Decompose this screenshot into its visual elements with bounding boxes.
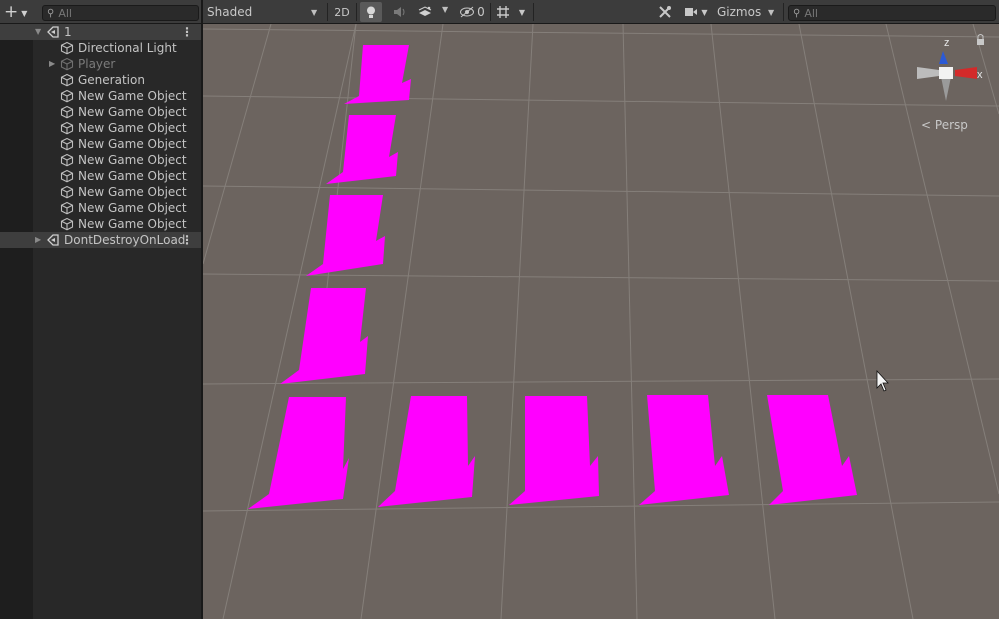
toggle-2d-label: 2D <box>334 5 350 19</box>
gizmo-center-cube[interactable] <box>939 67 953 79</box>
scene-icon <box>47 234 59 246</box>
gameobject-cube-icon <box>60 169 74 183</box>
hierarchy-item-label: New Game Object <box>78 137 187 151</box>
audio-toggle-button[interactable] <box>388 2 410 22</box>
toolbar-separator <box>490 3 491 21</box>
axis-z-label: z <box>944 37 950 49</box>
gameobject-cube-icon <box>60 121 74 135</box>
gizmos-dropdown[interactable]: Gizmos ▼ <box>715 3 781 21</box>
camera-settings-button[interactable]: ▼ <box>680 2 712 22</box>
scene-view-panel: Shaded ▼ 2D ▼ 0 ▼ ▼ Gizmos ▼ ⚲ All z x <… <box>203 0 999 619</box>
toggle-2d-button[interactable]: 2D <box>330 2 354 22</box>
hierarchy-item-label: New Game Object <box>78 185 187 199</box>
hierarchy-panel: + ▼ ⚲ All ▼ 1 ⋮ Directional Light ▶ Play… <box>0 0 201 619</box>
gameobject-cube-icon <box>60 137 74 151</box>
hierarchy-item-label: New Game Object <box>78 201 187 215</box>
hierarchy-toolbar: + ▼ ⚲ All <box>0 0 201 24</box>
scene-search-placeholder: All <box>804 6 818 20</box>
hierarchy-search-placeholder: All <box>58 6 72 20</box>
effects-toggle-button[interactable] <box>414 2 436 22</box>
search-icon: ⚲ <box>793 7 801 19</box>
chevron-down-icon: ▼ <box>768 8 775 17</box>
scene-name: DontDestroyOnLoad <box>64 233 186 247</box>
gizmos-label: Gizmos <box>717 5 762 19</box>
scene-row-dontdestroyonload[interactable]: ▶ DontDestroyOnLoad ⋮ <box>0 232 201 248</box>
grid-toggle-button[interactable] <box>492 2 514 22</box>
hierarchy-item-label: New Game Object <box>78 153 187 167</box>
grid-options-dropdown[interactable]: ▼ <box>514 2 530 22</box>
hierarchy-item[interactable]: New Game Object <box>0 168 201 184</box>
hierarchy-item[interactable]: New Game Object <box>0 184 201 200</box>
hierarchy-item[interactable]: New Game Object <box>0 152 201 168</box>
hierarchy-item-label: Generation <box>78 73 145 87</box>
toolbar-separator <box>533 3 534 21</box>
grid-icon <box>497 6 509 18</box>
scene-toolbar: Shaded ▼ 2D ▼ 0 ▼ ▼ Gizmos ▼ ⚲ All <box>203 0 999 24</box>
gameobject-cube-icon <box>60 41 74 55</box>
hierarchy-item[interactable]: New Game Object <box>0 88 201 104</box>
chevron-down-icon: ▼ <box>311 8 318 17</box>
axis-x-label: x <box>977 69 983 81</box>
gameobject-cube-icon <box>60 185 74 199</box>
expand-arrow-icon[interactable]: ▶ <box>49 59 55 68</box>
light-icon <box>367 6 375 18</box>
scene-viewport[interactable]: z x <box>203 24 999 619</box>
gameobject-cube-icon <box>60 201 74 215</box>
expand-arrow-icon[interactable]: ▶ <box>35 235 41 244</box>
visibility-icon <box>460 6 475 18</box>
add-icon: + <box>4 2 19 22</box>
scene-search-input[interactable]: ⚲ All <box>788 5 996 21</box>
draw-mode-dropdown[interactable]: Shaded ▼ <box>203 3 329 21</box>
add-button[interactable]: + ▼ <box>4 2 34 22</box>
toolbar-separator <box>783 3 784 21</box>
scene-name: 1 <box>64 25 72 39</box>
effects-icon <box>418 6 432 16</box>
gameobject-cube-icon <box>60 217 74 231</box>
tools-icon <box>659 6 671 18</box>
chevron-down-icon: ▼ <box>518 7 526 17</box>
audio-icon <box>394 7 405 17</box>
gameobject-cube-icon <box>60 105 74 119</box>
gameobject-cube-icon <box>60 73 74 87</box>
hidden-objects-button[interactable]: 0 <box>457 2 487 22</box>
chevron-down-icon: ▼ <box>21 8 28 18</box>
projection-label: Persp <box>934 118 968 132</box>
gameobject-cube-icon <box>60 153 74 167</box>
projection-toggle[interactable]: < Persp <box>921 118 968 132</box>
hierarchy-item[interactable]: New Game Object <box>0 200 201 216</box>
draw-mode-label: Shaded <box>207 5 253 19</box>
toolbar-separator <box>356 3 357 21</box>
lighting-toggle-button[interactable] <box>360 2 382 22</box>
hierarchy-item-label: New Game Object <box>78 89 187 103</box>
hierarchy-item-label: New Game Object <box>78 217 187 231</box>
hierarchy-search-input[interactable]: ⚲ All <box>42 5 199 21</box>
hierarchy-item-label: Directional Light <box>78 41 177 55</box>
expand-arrow-icon[interactable]: ▼ <box>35 27 41 36</box>
hierarchy-item[interactable]: Generation <box>0 72 201 88</box>
scene-icon <box>47 26 59 38</box>
hierarchy-item-label: New Game Object <box>78 105 187 119</box>
hierarchy-item[interactable]: New Game Object <box>0 216 201 232</box>
hierarchy-item[interactable]: ▶ Player <box>0 56 201 72</box>
perspective-icon: < <box>921 118 932 132</box>
search-icon: ⚲ <box>47 7 55 19</box>
chevron-down-icon[interactable]: ▼ <box>442 5 448 14</box>
gameobject-cube-icon <box>60 89 74 103</box>
hierarchy-item[interactable]: New Game Object <box>0 120 201 136</box>
chevron-down-icon: ▼ <box>701 7 708 17</box>
hierarchy-item-label: New Game Object <box>78 169 187 183</box>
gameobject-cube-icon <box>60 57 74 71</box>
hierarchy-item[interactable]: Directional Light <box>0 40 201 56</box>
toolbar-separator <box>327 3 328 21</box>
hierarchy-item-label: Player <box>78 57 116 71</box>
scene-menu-icon[interactable]: ⋮ <box>181 25 193 39</box>
tools-button[interactable] <box>654 2 676 22</box>
camera-icon <box>685 8 698 16</box>
hidden-count: 0 <box>477 5 485 19</box>
hierarchy-item[interactable]: New Game Object <box>0 104 201 120</box>
hierarchy-item-label: New Game Object <box>78 121 187 135</box>
scene-menu-icon[interactable]: ⋮ <box>181 233 193 247</box>
scene-row-1[interactable]: ▼ 1 ⋮ <box>0 24 201 40</box>
hierarchy-item[interactable]: New Game Object <box>0 136 201 152</box>
